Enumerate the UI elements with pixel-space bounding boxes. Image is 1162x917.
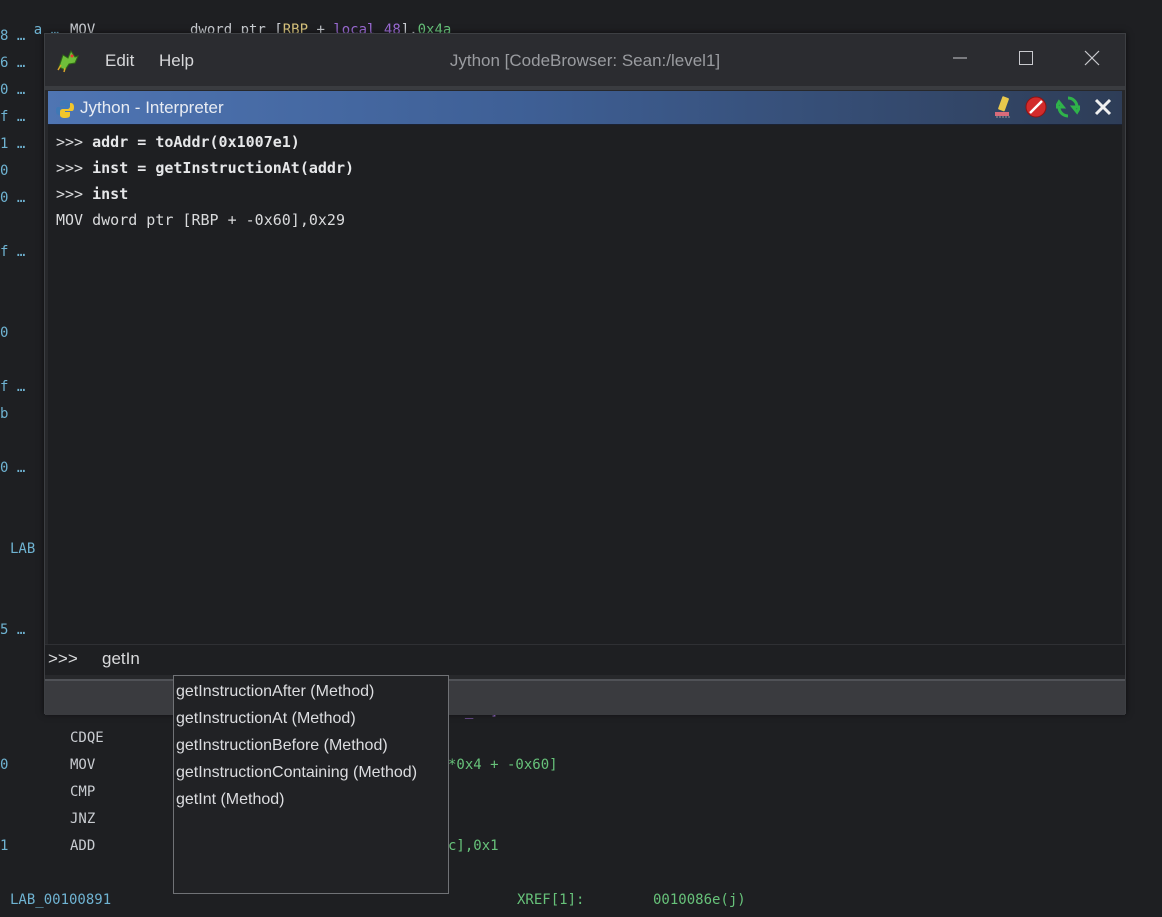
clear-button[interactable]: [991, 94, 1017, 120]
console-code: inst = getInstructionAt(addr): [92, 159, 355, 177]
listing-xref-label: XREF[1]:: [517, 892, 585, 908]
listing-address: 6 …: [0, 55, 26, 71]
listing-address: f …: [0, 109, 26, 125]
minimize-button[interactable]: [940, 44, 980, 74]
autocomplete-item[interactable]: getInstructionAfter (Method): [176, 678, 374, 705]
console-output[interactable]: >>> addr = toAddr(0x1007e1) >>> inst = g…: [48, 125, 1122, 660]
console-output-line: MOV dword ptr [RBP + -0x60],0x29: [56, 209, 345, 231]
listing-mnemonic: CMP: [70, 784, 96, 800]
reset-icon: [1056, 96, 1080, 118]
interrupt-icon: [1025, 96, 1047, 118]
listing-address: 0: [0, 163, 9, 179]
maximize-button[interactable]: [1006, 44, 1046, 74]
autocomplete-item[interactable]: getInstructionBefore (Method): [176, 732, 388, 759]
minimize-icon: [953, 57, 967, 59]
command-input-row: >>> getIn: [45, 644, 1125, 675]
close-window-button[interactable]: [1072, 44, 1112, 74]
listing-address: 1: [0, 838, 9, 854]
autocomplete-list[interactable]: getInstructionAfter (Method) getInstruct…: [173, 675, 449, 894]
listing-address: 0 …: [0, 82, 26, 98]
listing-xref-address[interactable]: 0010086e(j): [653, 890, 746, 910]
console-prompt: >>>: [56, 185, 93, 203]
listing-address: 5 …: [0, 622, 26, 638]
listing-address: f …: [0, 379, 26, 395]
title-bar[interactable]: Edit Help Jython [CodeBrowser: Sean:/lev…: [45, 34, 1125, 86]
console-prompt: >>>: [56, 159, 93, 177]
command-input[interactable]: getIn: [102, 649, 140, 669]
console-prompt: >>>: [56, 133, 93, 151]
listing-label: LAB: [10, 541, 36, 557]
interpreter-header: Jython - Interpreter: [48, 91, 1122, 125]
clear-icon: [995, 96, 1010, 118]
listing-address: f …: [0, 244, 26, 260]
listing-label: LAB_00100891: [10, 892, 112, 908]
divider: [45, 86, 1125, 90]
reset-button[interactable]: [1055, 94, 1081, 120]
close-panel-button[interactable]: [1090, 94, 1116, 120]
listing-address: 0: [0, 757, 9, 773]
autocomplete-item[interactable]: getInstructionAt (Method): [176, 705, 356, 732]
console-code: addr = toAddr(0x1007e1): [92, 133, 300, 151]
listing-address: b: [0, 406, 9, 422]
console-line: >>> inst: [56, 183, 128, 205]
close-icon: [1094, 98, 1112, 116]
jython-window: Edit Help Jython [CodeBrowser: Sean:/lev…: [44, 33, 1126, 715]
listing-mnemonic: CDQE: [70, 730, 104, 746]
listing-address: 8 …: [0, 28, 26, 44]
listing-mnemonic: JNZ: [70, 811, 96, 827]
listing-address: 1 …: [0, 136, 26, 152]
interpreter-title: Jython - Interpreter: [80, 98, 224, 117]
console-result: MOV dword ptr [RBP + -0x60],0x29: [56, 211, 345, 229]
listing-fragment: c],0x1: [448, 838, 499, 854]
autocomplete-item[interactable]: getInt (Method): [176, 786, 285, 813]
listing-address: 0: [0, 325, 9, 341]
listing-address: 0 …: [0, 190, 26, 206]
python-icon: [56, 100, 74, 118]
console-line: >>> addr = toAddr(0x1007e1): [56, 131, 300, 153]
console-code: inst: [92, 185, 129, 203]
listing-line: a … MOV dword ptr [RBP + local_48],0x4a: [0, 0, 452, 38]
interrupt-button[interactable]: [1023, 94, 1049, 120]
listing-address: 0 …: [0, 460, 26, 476]
listing-mnemonic: MOV: [70, 757, 96, 773]
autocomplete-item[interactable]: getInstructionContaining (Method): [176, 759, 417, 786]
maximize-icon: [1019, 51, 1033, 65]
input-prompt: >>>: [48, 649, 78, 668]
console-line: >>> inst = getInstructionAt(addr): [56, 157, 354, 179]
listing-fragment: *0x4 + -0x60]: [448, 757, 558, 773]
listing-line: 0 MOV *0x4 + -0x60]: [0, 755, 558, 775]
close-icon: [1084, 50, 1100, 66]
listing-mnemonic: ADD: [70, 838, 96, 854]
listing-line: 1 ADD c],0x1: [0, 836, 499, 856]
